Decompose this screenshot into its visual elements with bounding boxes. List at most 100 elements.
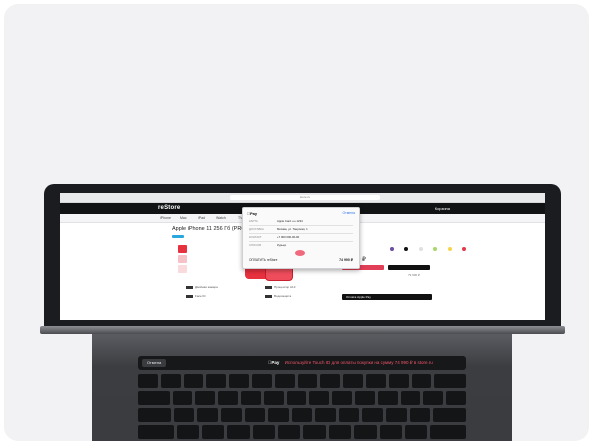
color-swatch[interactable] bbox=[390, 247, 394, 251]
key[interactable] bbox=[183, 374, 204, 388]
thumbnail-image[interactable] bbox=[178, 255, 187, 263]
status-badge bbox=[172, 235, 184, 238]
color-swatch[interactable] bbox=[433, 247, 438, 251]
key[interactable] bbox=[229, 374, 249, 388]
key[interactable] bbox=[446, 391, 467, 405]
divider bbox=[249, 233, 353, 234]
key[interactable] bbox=[411, 374, 432, 388]
key[interactable] bbox=[309, 391, 330, 405]
key[interactable] bbox=[297, 374, 318, 388]
key[interactable] bbox=[221, 408, 242, 422]
key[interactable] bbox=[218, 391, 239, 405]
apple-pay-promo[interactable]: Оплата Apple Pay bbox=[342, 294, 432, 300]
laptop-base: Отмена Pay Используйте Touch ID для опл… bbox=[92, 334, 512, 441]
nav-item-watch[interactable]: Watch bbox=[216, 216, 226, 220]
key[interactable] bbox=[286, 391, 307, 405]
color-swatch[interactable] bbox=[404, 247, 409, 251]
color-swatch[interactable] bbox=[447, 247, 452, 251]
key[interactable] bbox=[172, 391, 193, 405]
touchbar-cancel-button[interactable]: Отмена bbox=[142, 359, 166, 367]
return-key[interactable] bbox=[433, 408, 466, 422]
method-label: СПОСОБ bbox=[249, 243, 262, 247]
key[interactable] bbox=[268, 408, 289, 422]
touchbar-payment-prompt[interactable]: Pay Используйте Touch ID для оплаты пок… bbox=[268, 360, 433, 366]
key[interactable] bbox=[303, 425, 326, 439]
key[interactable] bbox=[291, 408, 313, 422]
nav-item-mac[interactable]: Mac bbox=[180, 216, 187, 220]
key[interactable] bbox=[377, 391, 398, 405]
key[interactable] bbox=[197, 408, 219, 422]
shipping-value[interactable]: Москва, ул. Тверская, 1 bbox=[277, 227, 308, 231]
key[interactable] bbox=[315, 408, 336, 422]
key[interactable] bbox=[252, 425, 276, 439]
cart-link[interactable]: Корзина bbox=[435, 206, 450, 211]
caps-lock-key[interactable] bbox=[138, 408, 171, 422]
feature-item: Face ID bbox=[186, 294, 206, 298]
store-logo[interactable]: reStore bbox=[158, 205, 180, 211]
key[interactable] bbox=[244, 408, 266, 422]
key[interactable] bbox=[202, 425, 225, 439]
key[interactable] bbox=[379, 425, 402, 439]
shipping-label: ДОСТАВКА bbox=[249, 227, 264, 231]
key[interactable] bbox=[423, 391, 444, 405]
key[interactable] bbox=[328, 425, 352, 439]
divider bbox=[249, 241, 353, 242]
key[interactable] bbox=[173, 408, 195, 422]
product-thumbnails bbox=[178, 245, 187, 275]
key[interactable] bbox=[365, 374, 386, 388]
tab-key[interactable] bbox=[138, 391, 170, 405]
key[interactable] bbox=[409, 408, 431, 422]
key[interactable] bbox=[241, 391, 261, 405]
key[interactable] bbox=[362, 408, 383, 422]
key[interactable] bbox=[354, 425, 377, 439]
thumbnail-image[interactable] bbox=[178, 265, 187, 273]
color-swatch[interactable] bbox=[418, 247, 423, 251]
key[interactable] bbox=[274, 374, 295, 388]
key[interactable] bbox=[385, 408, 407, 422]
key-row bbox=[138, 391, 467, 405]
key[interactable] bbox=[404, 425, 428, 439]
key[interactable] bbox=[343, 374, 363, 388]
laptop-screen: store.ru reStore Корзина iPhone Mac iPad… bbox=[60, 193, 545, 320]
key-row bbox=[138, 374, 467, 388]
key[interactable] bbox=[263, 391, 284, 405]
feature-item: Двойная камера bbox=[186, 285, 218, 289]
key[interactable] bbox=[227, 425, 250, 439]
color-swatch[interactable] bbox=[462, 247, 467, 251]
key[interactable] bbox=[338, 408, 360, 422]
feature-item: Процессор A13 bbox=[265, 285, 295, 289]
nav-item-ipad[interactable]: iPad bbox=[198, 216, 205, 220]
card-label: КАРТА bbox=[249, 219, 258, 223]
key[interactable] bbox=[278, 425, 301, 439]
key[interactable] bbox=[176, 425, 200, 439]
apple-pay-sheet: Pay Отмена КАРТА Apple Card •••• 1234 Д… bbox=[242, 207, 360, 269]
key[interactable] bbox=[138, 374, 158, 388]
thumbnail-image[interactable] bbox=[178, 245, 187, 253]
nav-item-iphone[interactable]: iPhone bbox=[160, 216, 171, 220]
key[interactable] bbox=[400, 391, 421, 405]
key[interactable] bbox=[320, 374, 341, 388]
key[interactable] bbox=[195, 391, 216, 405]
laptop-lid: store.ru reStore Корзина iPhone Mac iPad… bbox=[44, 184, 561, 330]
address-bar[interactable]: store.ru bbox=[230, 195, 380, 200]
key[interactable] bbox=[355, 391, 375, 405]
delete-key[interactable] bbox=[434, 374, 467, 388]
card-value[interactable]: Apple Card •••• 1234 bbox=[277, 219, 303, 223]
shift-key[interactable] bbox=[138, 425, 174, 439]
product-card: store.ru reStore Корзина iPhone Mac iPad… bbox=[4, 4, 589, 441]
laptop-hinge bbox=[40, 326, 565, 334]
key[interactable] bbox=[206, 374, 227, 388]
feature-item: Водозащита bbox=[265, 294, 291, 298]
apple-pay-icon: Pay bbox=[268, 360, 279, 365]
contact-label: КОНТАКТ bbox=[249, 235, 262, 239]
contact-value[interactable]: +7 900 000-00-00 bbox=[277, 235, 299, 239]
key[interactable] bbox=[160, 374, 181, 388]
key[interactable] bbox=[388, 374, 409, 388]
method-value[interactable]: Курьер bbox=[277, 243, 286, 247]
key[interactable] bbox=[251, 374, 272, 388]
apple-pay-button[interactable] bbox=[388, 265, 430, 270]
shift-key[interactable] bbox=[430, 425, 466, 439]
cancel-payment-button[interactable]: Отмена bbox=[342, 211, 355, 215]
feature-label: Двойная камера bbox=[195, 285, 218, 289]
key[interactable] bbox=[332, 391, 353, 405]
